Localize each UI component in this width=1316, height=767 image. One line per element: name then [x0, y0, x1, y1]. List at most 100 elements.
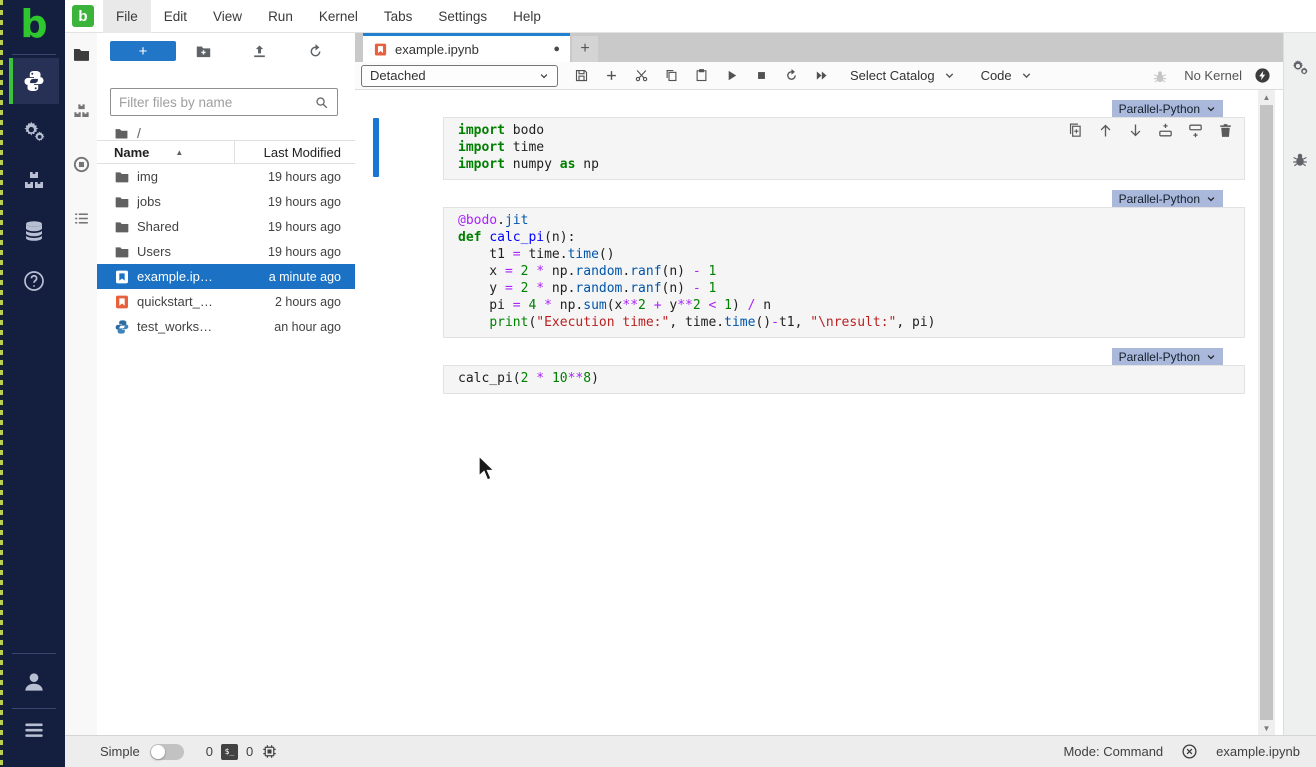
upload-button[interactable]	[232, 43, 288, 60]
code-editor[interactable]: @bodo.jitdef calc_pi(n): t1 = time.time(…	[443, 207, 1245, 338]
scrollbar-thumb[interactable]	[1260, 105, 1273, 720]
rail-gears-button[interactable]	[3, 108, 65, 154]
file-modified: a minute ago	[245, 270, 355, 284]
kernel-disconnected-icon[interactable]	[1181, 743, 1198, 760]
delete-button[interactable]	[1217, 122, 1234, 139]
file-row[interactable]: Users19 hours ago	[97, 239, 355, 264]
rail-help-button[interactable]	[3, 258, 65, 304]
rail-database-button[interactable]	[3, 208, 65, 254]
right-rail-bug-tab[interactable]	[1284, 147, 1316, 171]
move-down-button[interactable]	[1127, 122, 1144, 139]
column-name[interactable]: Name ▲	[97, 145, 234, 160]
strip-folder-tab[interactable]	[65, 42, 97, 66]
code-line: t1 = time.time()	[458, 246, 1236, 263]
chevron-down-icon	[539, 71, 549, 81]
copy-button[interactable]	[656, 63, 686, 89]
notebook-selected-icon	[114, 269, 130, 285]
duplicate-button[interactable]	[1067, 122, 1084, 139]
menu-kernel[interactable]: Kernel	[306, 0, 371, 33]
notebook-icon	[114, 294, 130, 310]
chevron-down-icon	[1021, 70, 1032, 81]
notebook-icon	[373, 42, 388, 57]
simple-mode-toggle[interactable]	[150, 744, 184, 760]
filter-files-input[interactable]	[119, 95, 314, 110]
file-row[interactable]: img19 hours ago	[97, 164, 355, 189]
running-sessions[interactable]: 0 $_ 0	[206, 743, 278, 760]
right-rail-gears-tab[interactable]	[1284, 55, 1316, 79]
file-row[interactable]: jobs19 hours ago	[97, 189, 355, 214]
new-folder-icon	[195, 43, 212, 60]
refresh-icon	[307, 43, 324, 60]
restart-button[interactable]	[776, 63, 806, 89]
menu-edit[interactable]: Edit	[151, 0, 200, 33]
menu-help[interactable]: Help	[500, 0, 554, 33]
gears-icon	[1291, 58, 1309, 76]
kernel-offline-bolt-icon[interactable]	[1254, 67, 1271, 84]
app-rail: b	[3, 0, 65, 767]
menu-items: FileEditViewRunKernelTabsSettingsHelp	[103, 0, 554, 33]
cell-kernel-badge[interactable]: Parallel-Python	[1112, 348, 1223, 365]
debugger-bug-icon[interactable]	[1152, 68, 1168, 84]
menu-view[interactable]: View	[200, 0, 255, 33]
strip-workers-tab[interactable]	[65, 99, 97, 123]
cut-button[interactable]	[626, 63, 656, 89]
simple-mode-label: Simple	[100, 744, 140, 759]
fast-forward-button[interactable]	[806, 63, 836, 89]
menubar: b FileEditViewRunKernelTabsSettingsHelp	[65, 0, 1316, 33]
strip-toc-tab[interactable]	[65, 206, 97, 230]
status-bar: Simple 0 $_ 0 Mode: Command example.ipyn…	[65, 735, 1316, 767]
menu-tabs[interactable]: Tabs	[371, 0, 426, 33]
notebook-cells-area: Parallel-Pythonimport bodoimport timeimp…	[355, 90, 1258, 735]
add-button[interactable]	[596, 63, 626, 89]
insert-below-button[interactable]	[1187, 122, 1204, 139]
refresh-button[interactable]	[287, 43, 343, 60]
rail-workers-button[interactable]	[3, 158, 65, 204]
cell-kernel-badge[interactable]: Parallel-Python	[1112, 100, 1223, 117]
paste-button[interactable]	[686, 63, 716, 89]
select-catalog-dropdown[interactable]: Select Catalog	[850, 68, 955, 83]
gears-icon	[22, 119, 46, 143]
code-line: y = 2 * np.random.ranf(n) - 1	[458, 280, 1236, 297]
tab-label: example.ipynb	[395, 42, 546, 57]
cell-selection-bar[interactable]	[373, 118, 379, 177]
scroll-down-arrow[interactable]: ▼	[1258, 721, 1275, 735]
notebook-cell: import bodoimport timeimport numpy as np	[355, 117, 1258, 180]
file-row[interactable]: test_works…an hour ago	[97, 314, 355, 339]
file-browser-toolbar: +	[110, 41, 343, 61]
tab-example-ipynb[interactable]: example.ipynb ●	[363, 33, 570, 62]
rail-menu-button[interactable]	[3, 708, 65, 752]
help-icon	[22, 269, 46, 293]
menu-file[interactable]: File	[103, 0, 151, 33]
save-button[interactable]	[566, 63, 596, 89]
folder-icon	[114, 194, 130, 210]
stop-button[interactable]	[746, 63, 776, 89]
kernel-mode-value: Detached	[370, 68, 533, 83]
new-launcher-button[interactable]: +	[110, 41, 176, 61]
menu-settings[interactable]: Settings	[425, 0, 500, 33]
file-row[interactable]: quickstart_…2 hours ago	[97, 289, 355, 314]
move-up-button[interactable]	[1097, 122, 1114, 139]
scroll-up-arrow[interactable]: ▲	[1258, 90, 1275, 104]
rail-user-button[interactable]	[3, 660, 65, 704]
code-editor[interactable]: import bodoimport timeimport numpy as np	[443, 117, 1245, 180]
unsaved-changes-dot: ●	[553, 43, 560, 55]
cell-kernel-badge[interactable]: Parallel-Python	[1112, 190, 1223, 207]
code-editor[interactable]: calc_pi(2 * 10**8)	[443, 365, 1245, 394]
notebook-scrollbar[interactable]: ▲ ▼	[1258, 90, 1275, 735]
file-row[interactable]: example.ip…a minute ago	[97, 264, 355, 289]
column-last-modified[interactable]: Last Modified	[235, 145, 355, 160]
file-row[interactable]: Shared19 hours ago	[97, 214, 355, 239]
mode-indicator[interactable]: Mode: Command	[1063, 744, 1163, 759]
new-folder-button[interactable]	[176, 43, 232, 60]
kernel-mode-select[interactable]: Detached	[361, 65, 558, 87]
run-button[interactable]	[716, 63, 746, 89]
strip-running-tab[interactable]	[65, 152, 97, 176]
run-icon	[724, 68, 739, 83]
kernel-status-label[interactable]: No Kernel	[1184, 68, 1242, 83]
rail-python-button[interactable]	[9, 58, 59, 104]
menu-run[interactable]: Run	[255, 0, 306, 33]
insert-above-button[interactable]	[1157, 122, 1174, 139]
cell-type-dropdown[interactable]: Code	[981, 68, 1032, 83]
file-modified: 19 hours ago	[245, 220, 355, 234]
new-tab-button[interactable]: +	[572, 36, 598, 62]
